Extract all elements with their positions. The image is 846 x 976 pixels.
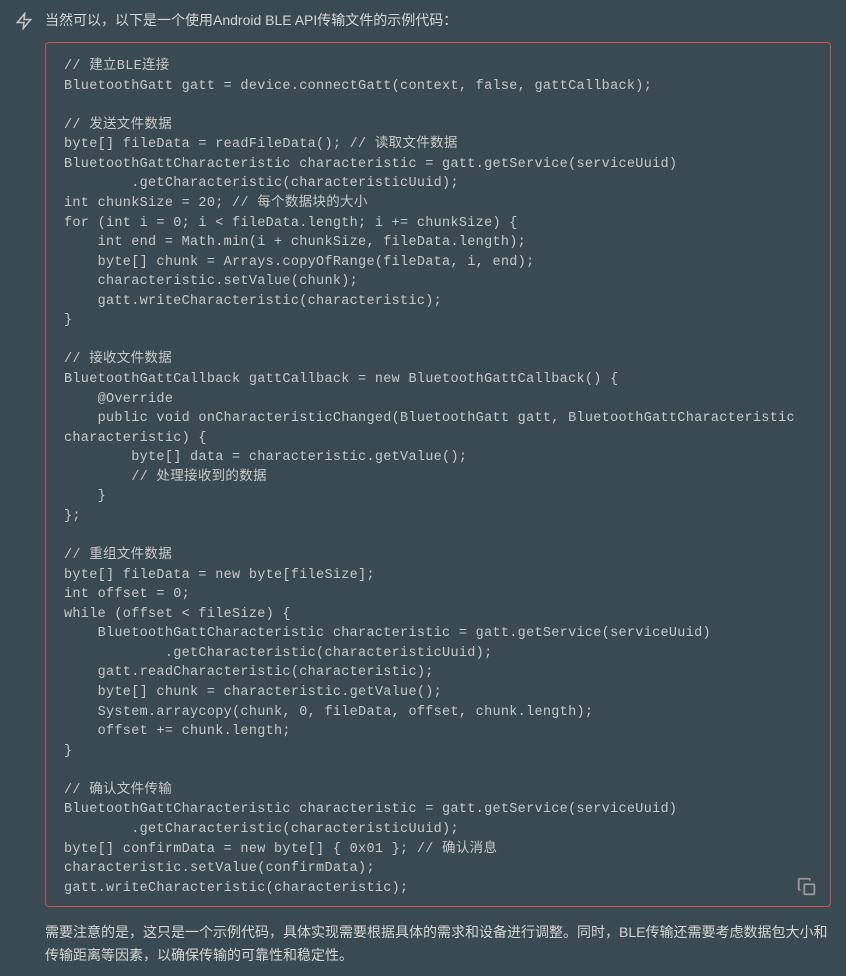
code-content: // 建立BLE连接 BluetoothGatt gatt = device.c… — [64, 57, 812, 898]
code-block: // 建立BLE连接 BluetoothGatt gatt = device.c… — [45, 42, 831, 907]
lightning-icon — [15, 12, 33, 30]
message-container: 当然可以，以下是一个使用Android BLE API传输文件的示例代码： //… — [0, 10, 846, 966]
avatar-column — [15, 10, 33, 966]
outro-text: 需要注意的是，这只是一个示例代码，具体实现需要根据具体的需求和设备进行调整。同时… — [45, 921, 831, 966]
copy-icon — [796, 876, 818, 898]
message-content: 当然可以，以下是一个使用Android BLE API传输文件的示例代码： //… — [45, 10, 831, 966]
intro-text: 当然可以，以下是一个使用Android BLE API传输文件的示例代码： — [45, 10, 831, 30]
copy-button[interactable] — [796, 876, 818, 898]
